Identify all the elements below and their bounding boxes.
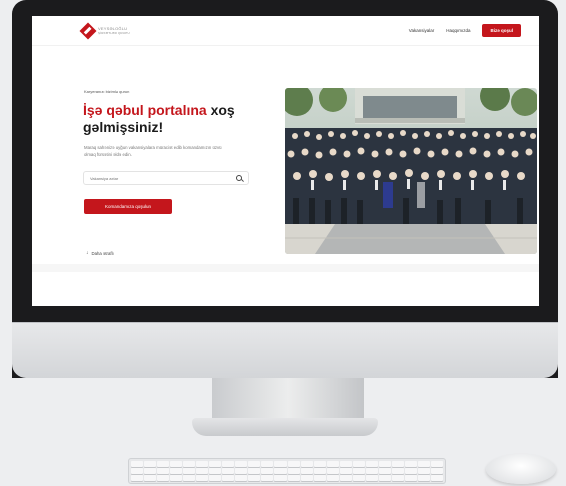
vacancy-search-box — [83, 171, 249, 185]
logo-text: VEYSƏLOĞLU ŞİRKƏTLƏR QRUPU — [98, 26, 130, 36]
join-us-button[interactable]: Bizə qoşul — [482, 24, 521, 37]
site-navbar: VEYSƏLOĞLU ŞİRKƏTLƏR QRUPU Vakansiyalar … — [32, 16, 539, 46]
keyboard — [128, 458, 446, 484]
nav-link-about[interactable]: Haqqımızda — [446, 28, 470, 33]
logo-diamond-icon — [79, 22, 97, 39]
logo-text-line1: VEYSƏLOĞLU — [98, 25, 128, 31]
nav-links: Vakansiyalar Haqqımızda Bizə qoşul — [409, 24, 521, 37]
more-info-label: Daha ətraflı — [91, 250, 114, 256]
hero-tagline: Karyeranızı bizimlə qurun — [84, 89, 130, 94]
headline-dark-part-2: gəlmişsiniz! — [83, 119, 164, 135]
more-info-link[interactable]: ↓ Daha ətraflı — [86, 250, 114, 256]
logo-text-line2: ŞİRKƏTLƏR QRUPU — [98, 30, 130, 35]
search-icon[interactable] — [236, 175, 242, 181]
nav-link-vacancies[interactable]: Vakansiyalar — [409, 28, 434, 33]
headline-dark-part-1: xoş — [206, 102, 235, 118]
arrow-down-icon: ↓ — [86, 250, 89, 256]
team-group-photo — [285, 88, 537, 254]
monitor-screen: VEYSƏLOĞLU ŞİRKƏTLƏR QRUPU Vakansiyalar … — [32, 16, 539, 306]
site-logo[interactable]: VEYSƏLOĞLU ŞİRKƏTLƏR QRUPU — [79, 22, 130, 39]
vacancy-search-input[interactable] — [90, 175, 236, 181]
monitor-stand-base — [192, 418, 378, 436]
monitor-chin — [12, 322, 558, 378]
hero-headline: İşə qəbul portalına xoş gəlmişsiniz! — [83, 102, 273, 136]
monitor-stand-neck — [212, 378, 364, 422]
computer-mouse — [486, 454, 556, 484]
headline-red-part: İşə qəbul portalına — [83, 102, 207, 118]
team-photo-illustration — [285, 88, 537, 254]
join-team-button[interactable]: Komandamıza qoşulun — [84, 199, 172, 214]
section-divider — [32, 264, 539, 272]
hero-description: Maraq sahənizə uyğun vakansiyalara mürac… — [84, 145, 222, 157]
